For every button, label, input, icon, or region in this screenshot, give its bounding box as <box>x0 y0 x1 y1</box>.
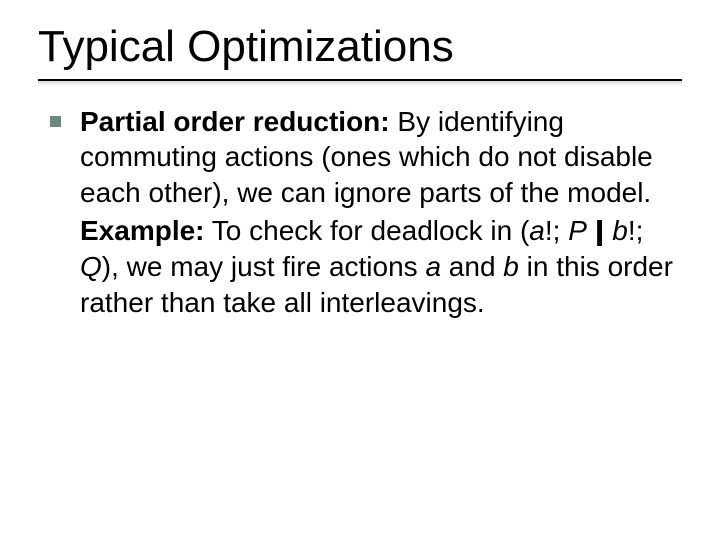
example-lead: Example: <box>80 215 205 246</box>
var-a2: a <box>425 251 441 282</box>
example-text-1: To check for deadlock in ( <box>205 215 530 246</box>
var-Q: Q <box>80 251 102 282</box>
example-paragraph: Example: To check for deadlock in (a!; P… <box>80 213 682 320</box>
parallel-operator-icon: ||| <box>595 213 605 249</box>
title-shadow <box>38 81 682 86</box>
bullet-item: Partial order reduction: By identifying … <box>80 104 682 211</box>
space-1 <box>587 215 595 246</box>
var-P: P <box>568 215 587 246</box>
example-text-3: !; <box>628 215 644 246</box>
bullet-lead: Partial order reduction: <box>80 106 390 137</box>
example-text-5: and <box>441 251 503 282</box>
var-b2: b <box>503 251 519 282</box>
var-b: b <box>612 215 628 246</box>
slide-title: Typical Optimizations <box>38 22 682 73</box>
var-a: a <box>529 215 545 246</box>
slide-body: Partial order reduction: By identifying … <box>38 104 682 321</box>
bullet-square-icon <box>50 116 61 127</box>
example-text-2: !; <box>545 215 568 246</box>
slide: Typical Optimizations Partial order redu… <box>0 0 720 540</box>
example-text-4: ), we may just fire actions <box>102 251 426 282</box>
